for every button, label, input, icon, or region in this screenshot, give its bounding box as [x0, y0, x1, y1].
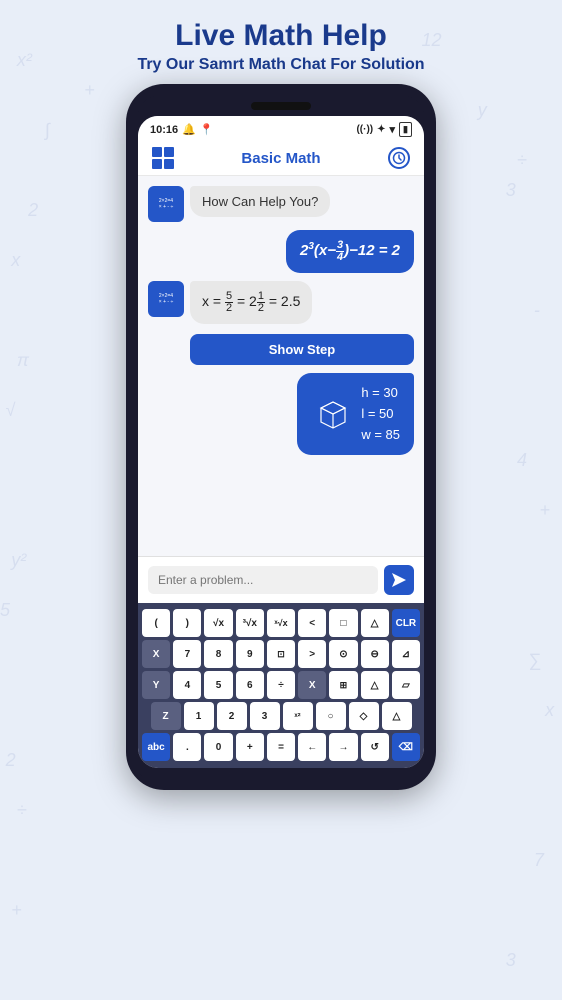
- key-close-paren[interactable]: ): [173, 609, 201, 637]
- keyboard-row-5: abc . 0 + = ← → ↺ ⌫: [142, 733, 420, 761]
- key-z-var[interactable]: Z: [151, 702, 181, 730]
- key-1[interactable]: 1: [184, 702, 214, 730]
- key-9[interactable]: 9: [236, 640, 264, 668]
- key-plus[interactable]: +: [236, 733, 264, 761]
- key-div[interactable]: ÷: [267, 671, 295, 699]
- send-icon: [392, 573, 406, 587]
- key-dot[interactable]: .: [173, 733, 201, 761]
- key-clr[interactable]: CLR: [392, 609, 420, 637]
- wifi-icon: ((·)): [356, 124, 373, 135]
- key-sqrt[interactable]: √x: [204, 609, 232, 637]
- box-l-label: l = 50: [361, 404, 400, 425]
- key-2[interactable]: 2: [217, 702, 247, 730]
- app-navbar: Basic Math: [138, 141, 424, 176]
- key-left-arrow[interactable]: ←: [298, 733, 326, 761]
- signal-icon: ▾: [390, 123, 396, 136]
- key-cylinder[interactable]: ⊙: [329, 640, 357, 668]
- box3d-text: h = 30 l = 50 w = 85: [361, 383, 400, 445]
- history-icon[interactable]: [388, 147, 410, 169]
- user-equation-row: 23(x−34)−12 = 2: [148, 230, 414, 273]
- bot-answer-row: 2×2=4 × + - ÷ x = 52 = 212 = 2.5: [148, 281, 414, 324]
- key-3[interactable]: 3: [250, 702, 280, 730]
- key-parallelogram[interactable]: ▱: [392, 671, 420, 699]
- bot-avatar: 2×2=4 × + - ÷: [148, 186, 184, 222]
- status-bar-right: ((·)) ✦ ▾ ▮: [356, 122, 412, 137]
- page-subtitle: Try Our Samrt Math Chat For Solution: [20, 56, 542, 74]
- bot-greeting-bubble: How Can Help You?: [190, 186, 330, 217]
- key-right-tri[interactable]: ⊿: [392, 640, 420, 668]
- key-box3d[interactable]: ⊞: [329, 671, 357, 699]
- phone-screen: 10:16 🔔 📍 ((·)) ✦ ▾ ▮ Basic Math: [138, 116, 424, 768]
- key-5[interactable]: 5: [204, 671, 232, 699]
- bluetooth-icon: ✦: [377, 124, 385, 135]
- key-abc[interactable]: abc: [142, 733, 170, 761]
- key-equals[interactable]: =: [267, 733, 295, 761]
- bot-greeting-row: 2×2=4 × + - ÷ How Can Help You?: [148, 186, 414, 222]
- status-bar: 10:16 🔔 📍 ((·)) ✦ ▾ ▮: [138, 116, 424, 141]
- key-circle-minus[interactable]: ⊖: [361, 640, 389, 668]
- key-y-var[interactable]: Y: [142, 671, 170, 699]
- key-x-var[interactable]: X: [142, 640, 170, 668]
- page-title: Live Math Help: [20, 18, 542, 54]
- phone-bottom: [138, 768, 424, 778]
- key-4[interactable]: 4: [173, 671, 201, 699]
- battery-icon: ▮: [399, 122, 412, 137]
- user-equation-text: 23(x−34)−12 = 2: [300, 242, 400, 259]
- box3d-row: h = 30 l = 50 w = 85: [148, 373, 414, 455]
- grid-icon[interactable]: [152, 147, 174, 169]
- key-triangle-outline[interactable]: △: [361, 609, 389, 637]
- page-header: Live Math Help Try Our Samrt Math Chat F…: [0, 0, 562, 84]
- key-cbrt[interactable]: ³√x: [236, 609, 264, 637]
- key-sq-select[interactable]: ˣ²: [283, 702, 313, 730]
- user-equation-bubble: 23(x−34)−12 = 2: [286, 230, 414, 273]
- key-xrt[interactable]: ˣ√x: [267, 609, 295, 637]
- bell-icon: 🔔: [182, 123, 196, 136]
- bot-avatar-2: 2×2=4 × + - ÷: [148, 281, 184, 317]
- key-frac-box[interactable]: ⊡: [267, 640, 295, 668]
- key-7[interactable]: 7: [173, 640, 201, 668]
- key-6[interactable]: 6: [236, 671, 264, 699]
- phone-notch-area: [138, 96, 424, 116]
- key-open-paren[interactable]: (: [142, 609, 170, 637]
- key-right-arrow[interactable]: →: [329, 733, 357, 761]
- key-less[interactable]: <: [298, 609, 326, 637]
- keyboard-row-2: X 7 8 9 ⊡ > ⊙ ⊖ ⊿: [142, 640, 420, 668]
- key-backspace[interactable]: ⌫: [392, 733, 420, 761]
- key-triangle-filled[interactable]: △: [361, 671, 389, 699]
- box-w-label: w = 85: [361, 425, 400, 446]
- key-greater[interactable]: >: [298, 640, 326, 668]
- box3d-bubble: h = 30 l = 50 w = 85: [297, 373, 414, 455]
- chat-area: 2×2=4 × + - ÷ How Can Help You? 23(x−34)…: [138, 176, 424, 556]
- key-diamond[interactable]: ◇: [349, 702, 379, 730]
- show-step-button[interactable]: Show Step: [190, 334, 414, 365]
- status-time: 10:16: [150, 124, 178, 136]
- key-0[interactable]: 0: [204, 733, 232, 761]
- box-h-label: h = 30: [361, 383, 400, 404]
- send-button[interactable]: [384, 565, 414, 595]
- phone-notch: [251, 102, 311, 110]
- key-circle[interactable]: ○: [316, 702, 346, 730]
- keyboard: ( ) √x ³√x ˣ√x < □ △ CLR X 7 8 9 ⊡ > ⊙ ⊖…: [138, 603, 424, 768]
- key-undo[interactable]: ↺: [361, 733, 389, 761]
- keyboard-row-4: Z 1 2 3 ˣ² ○ ◇ △: [142, 702, 420, 730]
- nav-title: Basic Math: [241, 150, 320, 167]
- key-x-mult[interactable]: X: [298, 671, 326, 699]
- location-icon: 📍: [200, 123, 214, 136]
- keyboard-row-1: ( ) √x ³√x ˣ√x < □ △ CLR: [142, 609, 420, 637]
- input-area: [138, 556, 424, 603]
- key-tri-sm[interactable]: △: [382, 702, 412, 730]
- keyboard-row-3: Y 4 5 6 ÷ X ⊞ △ ▱: [142, 671, 420, 699]
- box3d-icon: [311, 394, 351, 434]
- phone-frame: 10:16 🔔 📍 ((·)) ✦ ▾ ▮ Basic Math: [126, 84, 436, 790]
- problem-input[interactable]: [148, 566, 378, 594]
- key-rect[interactable]: □: [329, 609, 357, 637]
- key-8[interactable]: 8: [204, 640, 232, 668]
- answer-bubble: x = 52 = 212 = 2.5: [190, 281, 312, 324]
- status-bar-left: 10:16 🔔 📍: [150, 123, 214, 136]
